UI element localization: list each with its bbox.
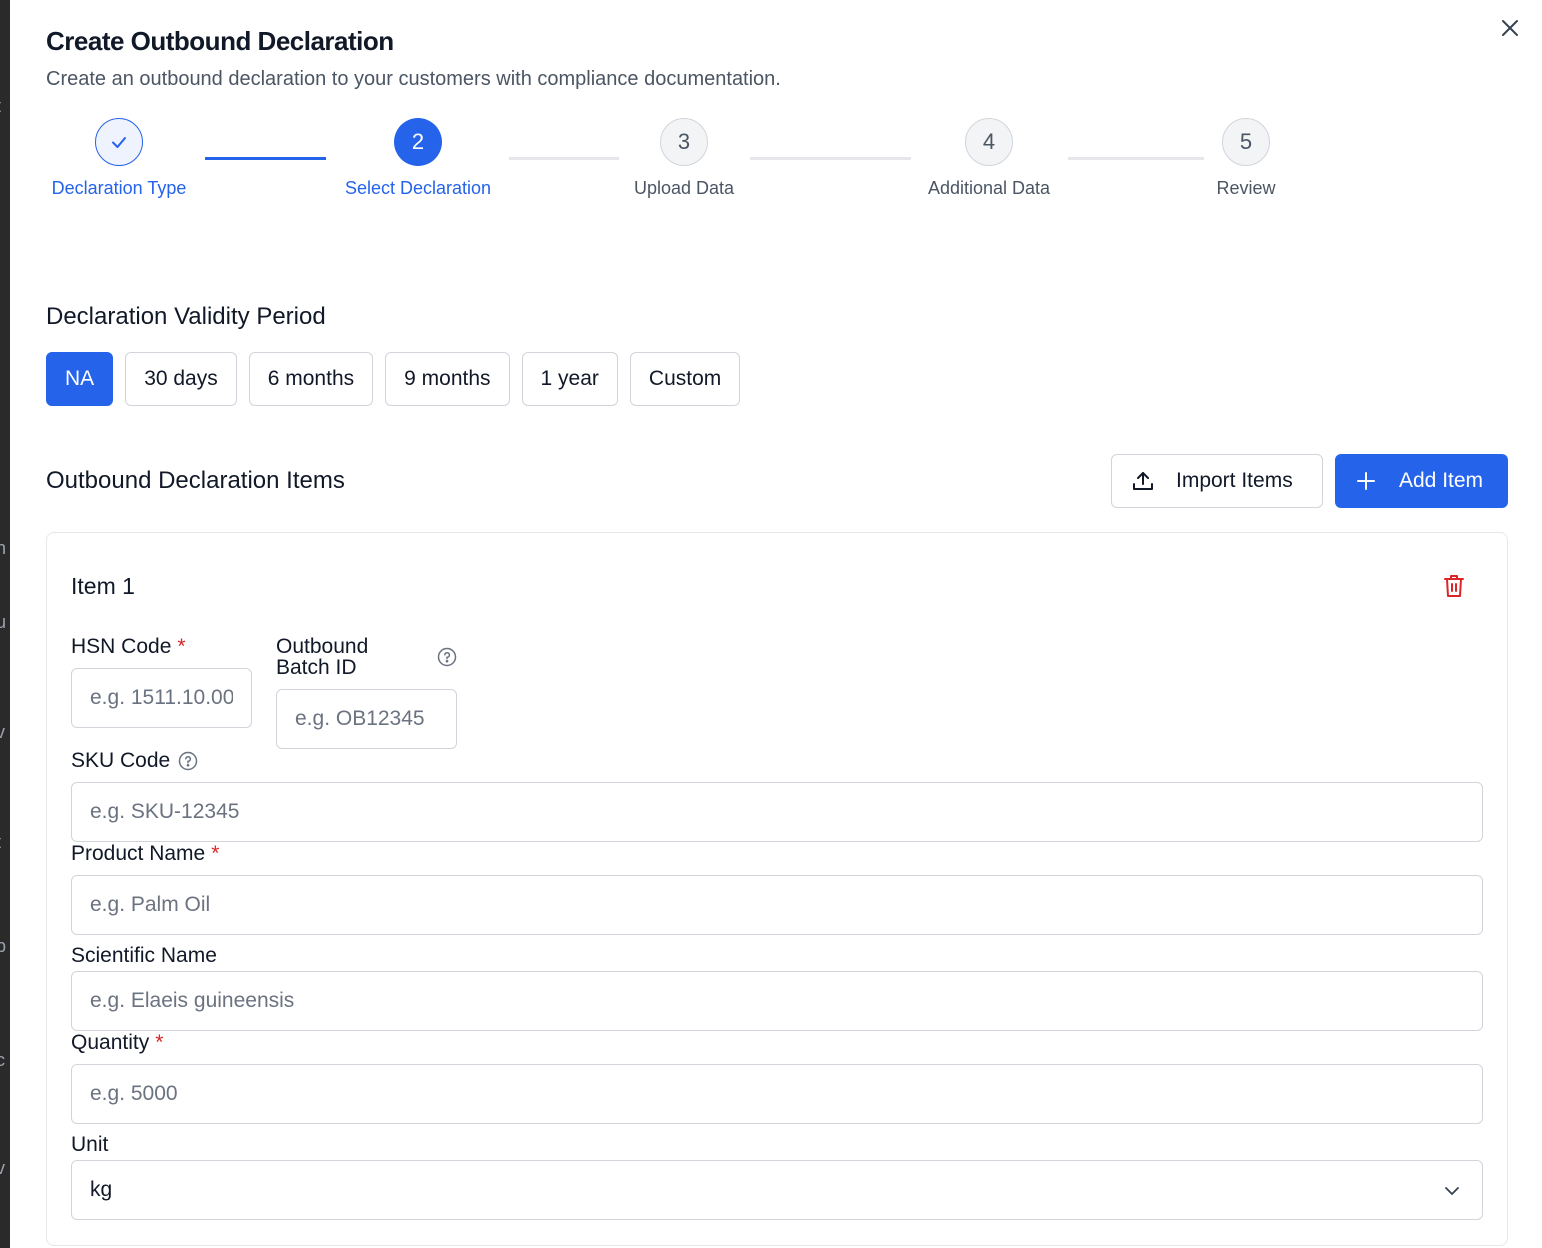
hsn-code-input[interactable] <box>72 669 251 727</box>
unit-selected-value: kg <box>90 1178 113 1201</box>
import-items-button[interactable]: Import Items <box>1111 454 1323 508</box>
unit-label: Unit <box>71 1134 108 1155</box>
help-circle-icon[interactable] <box>437 647 457 667</box>
help-circle-icon[interactable] <box>178 751 198 771</box>
batch-id-label-text: Outbound Batch ID <box>276 636 368 678</box>
quantity-label: Quantity * <box>71 1032 163 1053</box>
validity-period-heading: Declaration Validity Period <box>46 303 326 330</box>
step-declaration-type[interactable]: Declaration Type <box>46 118 192 199</box>
close-button[interactable] <box>1498 16 1522 40</box>
upload-icon <box>1130 468 1156 494</box>
quantity-input[interactable] <box>72 1065 1482 1123</box>
step-number: 4 <box>965 118 1013 166</box>
quantity-field[interactable] <box>71 1064 1483 1124</box>
product-name-label: Product Name * <box>71 843 219 864</box>
scientific-name-input[interactable] <box>72 972 1482 1030</box>
create-outbound-declaration-dialog: Create Outbound Declaration Create an ou… <box>10 0 1542 1248</box>
import-items-label: Import Items <box>1176 469 1293 492</box>
product-name-input[interactable] <box>72 876 1482 934</box>
batch-id-label: Outbound Batch ID <box>276 636 457 678</box>
step-label: Additional Data <box>927 178 1051 198</box>
step-label: Select Declaration <box>344 178 492 198</box>
plus-icon <box>1353 468 1379 494</box>
step-review[interactable]: 5 Review <box>1206 118 1286 199</box>
step-label: Upload Data <box>633 178 735 198</box>
period-option-9-months[interactable]: 9 months <box>385 352 510 406</box>
required-marker: * <box>155 1031 164 1054</box>
step-connector-2 <box>509 157 619 160</box>
sku-code-label: SKU Code <box>71 750 198 771</box>
batch-id-input[interactable] <box>277 690 456 748</box>
required-marker: * <box>177 635 186 658</box>
dialog-title: Create Outbound Declaration <box>46 26 394 56</box>
step-completed-circle <box>95 118 143 166</box>
quantity-label-text: Quantity <box>71 1031 150 1054</box>
step-number: 5 <box>1222 118 1270 166</box>
item-card: Item 1 HSN Code * OutboundBatch ID SKU C… <box>46 532 1508 1246</box>
period-option-30-days[interactable]: 30 days <box>125 352 237 406</box>
scientific-name-label-text: Scientific Name <box>71 944 217 967</box>
step-number: 2 <box>394 118 442 166</box>
validity-period-options: NA 30 days 6 months 9 months 1 year Cust… <box>46 352 741 406</box>
item-title: Item 1 <box>71 573 135 599</box>
required-marker: * <box>211 842 220 865</box>
period-option-6-months[interactable]: 6 months <box>248 352 374 406</box>
trash-icon <box>1444 575 1464 597</box>
sku-code-field[interactable] <box>71 782 1483 842</box>
unit-select[interactable]: kg <box>71 1160 1483 1220</box>
background-page-edge: t n u v t p c v <box>0 0 10 1248</box>
period-option-1-year[interactable]: 1 year <box>521 352 618 406</box>
scientific-name-label: Scientific Name <box>71 945 217 966</box>
step-connector-1 <box>205 157 326 160</box>
step-upload-data[interactable]: 3 Upload Data <box>624 118 744 199</box>
scientific-name-field[interactable] <box>71 971 1483 1031</box>
period-option-na[interactable]: NA <box>46 352 114 406</box>
add-item-button[interactable]: Add Item <box>1335 454 1508 508</box>
sku-code-label-text: SKU Code <box>71 749 171 772</box>
add-item-label: Add Item <box>1399 469 1484 492</box>
batch-id-field[interactable] <box>276 689 457 749</box>
step-label: Review <box>1216 178 1276 198</box>
close-icon <box>1502 20 1518 36</box>
step-label: Declaration Type <box>51 178 187 198</box>
step-connector-4 <box>1068 157 1204 160</box>
batch-id-label-line1: Outbound <box>276 635 369 658</box>
sku-code-input[interactable] <box>72 783 1482 841</box>
step-number: 3 <box>660 118 708 166</box>
step-additional-data[interactable]: 4 Additional Data <box>919 118 1059 199</box>
hsn-code-label: HSN Code * <box>71 636 186 657</box>
hsn-code-label-text: HSN Code <box>71 635 172 658</box>
period-option-custom[interactable]: Custom <box>629 352 741 406</box>
product-name-label-text: Product Name <box>71 842 206 865</box>
unit-label-text: Unit <box>71 1133 109 1156</box>
items-section-heading: Outbound Declaration Items <box>46 467 345 494</box>
batch-id-label-line2: Batch ID <box>276 656 357 679</box>
hsn-code-field[interactable] <box>71 668 252 728</box>
step-select-declaration[interactable]: 2 Select Declaration <box>338 118 498 199</box>
dialog-subtitle: Create an outbound declaration to your c… <box>46 68 781 90</box>
delete-item-button[interactable] <box>1442 573 1466 599</box>
product-name-field[interactable] <box>71 875 1483 935</box>
check-icon <box>112 137 126 148</box>
step-connector-3 <box>750 157 911 160</box>
chevron-down-icon <box>1442 1181 1462 1201</box>
